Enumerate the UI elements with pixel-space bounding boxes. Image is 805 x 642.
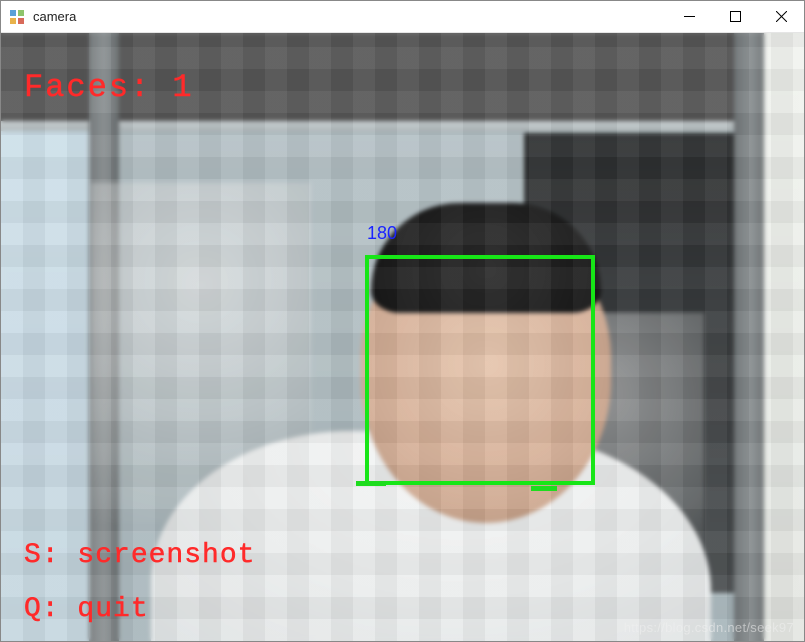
faces-prefix: Faces:	[24, 69, 172, 106]
close-button[interactable]	[758, 1, 804, 32]
faces-count-label: Faces: 1	[24, 69, 194, 106]
help-quit: Q: quit	[24, 594, 149, 625]
watermark: https://blog.csdn.net/seek97	[624, 620, 794, 635]
face-bounding-box	[365, 255, 595, 485]
maximize-button[interactable]	[712, 1, 758, 32]
help-screenshot: S: screenshot	[24, 540, 255, 571]
app-icon	[9, 9, 25, 25]
camera-viewport: Faces: 1 180 S: screenshot Q: quit https…	[1, 33, 804, 641]
minimize-button[interactable]	[666, 1, 712, 32]
application-window: camera F	[0, 0, 805, 642]
titlebar[interactable]: camera	[1, 1, 804, 33]
window-controls	[666, 1, 804, 32]
face-id-label: 180	[367, 223, 397, 244]
faces-count: 1	[172, 69, 193, 106]
window-title: camera	[33, 9, 666, 24]
